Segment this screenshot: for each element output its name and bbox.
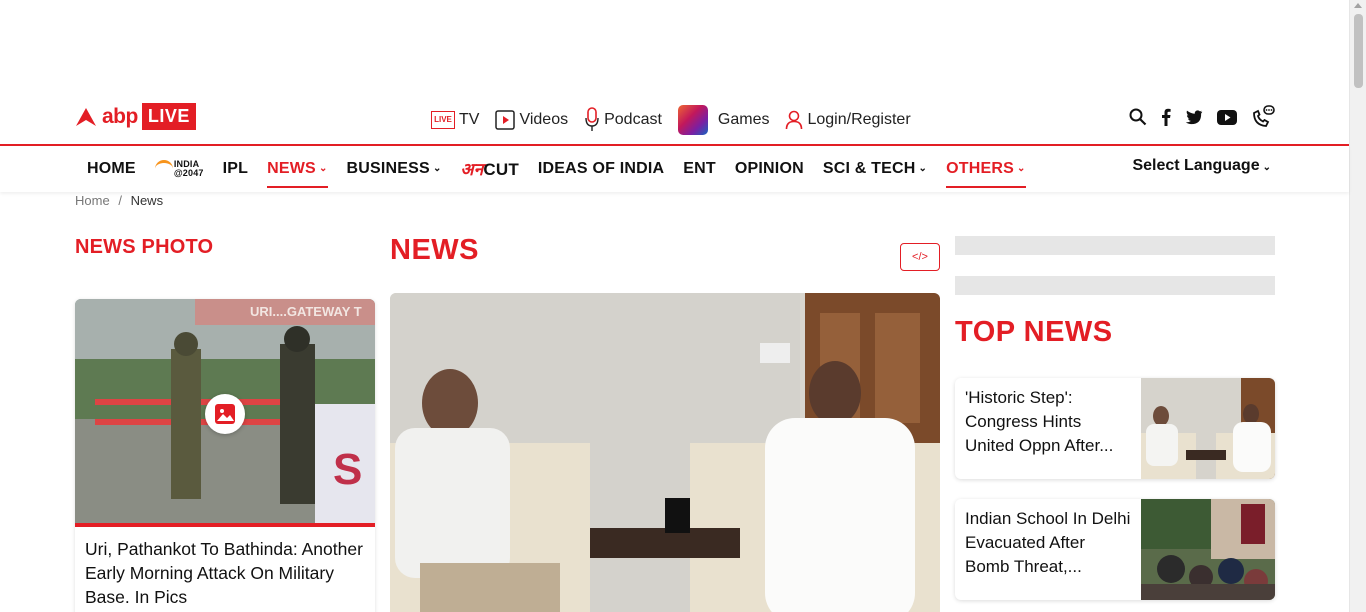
embed-code-button[interactable]: </> xyxy=(900,243,940,271)
top-bar: abp LIVE LIVE TV Videos Podcast Games Lo… xyxy=(75,100,1275,136)
nav-home-label: HOME xyxy=(87,159,136,177)
nav-others[interactable]: OTHERS ⌄ xyxy=(946,157,1027,188)
live-badge: LIVE xyxy=(141,103,196,130)
abp-logo-icon xyxy=(75,106,97,128)
nav-business[interactable]: BUSINESS ⌄ xyxy=(347,157,442,180)
nav-news[interactable]: NEWS ⌄ xyxy=(267,157,328,188)
breadcrumb-current: News xyxy=(130,193,164,208)
nav-sci-tech[interactable]: SCI & TECH ⌄ xyxy=(823,157,927,180)
utility-links: LIVE TV Videos Podcast Games Login/Regis… xyxy=(431,105,927,135)
nav-ipl-label: IPL xyxy=(222,159,249,177)
games-link[interactable]: Games xyxy=(677,105,770,135)
news-photo-card[interactable]: URI....GATEWAY T S Uri, Pathankot To Bat… xyxy=(75,299,375,612)
nav-home[interactable]: HOME xyxy=(87,157,136,180)
top-news-thumbnail[interactable] xyxy=(1141,378,1275,479)
top-news-card[interactable]: 'Historic Step': Congress Hints United O… xyxy=(955,378,1275,479)
chevron-down-icon: ⌄ xyxy=(432,163,442,174)
twitter-icon[interactable] xyxy=(1185,109,1203,125)
tv-link[interactable]: LIVE TV xyxy=(431,111,479,129)
abp-live-logo[interactable]: abp LIVE xyxy=(75,103,196,130)
podcast-label: Podcast xyxy=(604,111,662,128)
microphone-icon xyxy=(584,107,600,133)
anucut-cut-text: CUT xyxy=(483,160,519,179)
chevron-down-icon: ⌄ xyxy=(318,163,328,174)
top-news-card[interactable]: Indian School In Delhi Evacuated After B… xyxy=(955,499,1275,600)
contact-phone-icon[interactable] xyxy=(1251,105,1275,129)
nav-news-label: NEWS xyxy=(267,159,316,177)
nav-ideas-label: IDEAS OF INDIA xyxy=(537,159,665,177)
nav-ent[interactable]: ENT xyxy=(683,157,716,180)
india-swoosh-icon xyxy=(154,159,173,178)
tv-label: TV xyxy=(459,111,480,128)
top-news-thumbnail[interactable] xyxy=(1141,499,1275,600)
language-select[interactable]: Select Language ⌄ xyxy=(1132,157,1271,175)
login-label: Login/Register xyxy=(807,111,911,128)
youtube-icon[interactable] xyxy=(1217,109,1237,125)
page-scrollbar[interactable] xyxy=(1349,0,1366,612)
nav-ideas-of-india[interactable]: IDEAS OF INDIA xyxy=(538,157,664,180)
top-news-headline[interactable]: 'Historic Step': Congress Hints United O… xyxy=(955,378,1141,479)
videos-link[interactable]: Videos xyxy=(495,110,568,130)
breadcrumb-separator: / xyxy=(118,193,122,208)
photo-gallery-icon xyxy=(205,394,245,434)
nav-ent-label: ENT xyxy=(683,159,716,177)
news-heading: NEWS xyxy=(390,234,479,266)
nav-ipl[interactable]: IPL xyxy=(223,157,249,180)
svg-text:S: S xyxy=(333,445,362,494)
main-nav: HOME INDIA @2047 IPL NEWS ⌄ BUSINESS ⌄ अनC… xyxy=(0,146,1349,192)
play-icon xyxy=(495,110,516,130)
scrollbar-thumb[interactable] xyxy=(1354,14,1363,88)
gate-sign-text: URI....GATEWAY T xyxy=(250,304,362,319)
anucut-logo: अनCUT xyxy=(461,157,519,180)
skeleton-placeholder xyxy=(955,236,1275,255)
nav-opinion-label: OPINION xyxy=(734,159,804,177)
chevron-down-icon: ⌄ xyxy=(1262,162,1271,173)
chevron-down-icon: ⌄ xyxy=(1017,163,1026,174)
logo-text: abp xyxy=(102,104,138,128)
nav-opinion[interactable]: OPINION xyxy=(735,157,804,180)
skeleton-placeholder xyxy=(955,276,1275,295)
news-photo-heading: NEWS PHOTO xyxy=(75,236,214,258)
language-label: Select Language xyxy=(1132,157,1260,174)
scroll-up-icon[interactable] xyxy=(1354,3,1362,8)
user-icon xyxy=(785,110,803,130)
facebook-icon[interactable] xyxy=(1161,108,1171,126)
nav-business-label: BUSINESS xyxy=(346,159,430,177)
login-link[interactable]: Login/Register xyxy=(785,110,911,130)
breadcrumb: Home / News xyxy=(75,193,163,208)
chevron-down-icon: ⌄ xyxy=(918,163,928,174)
search-icon[interactable] xyxy=(1129,108,1147,126)
anucut-hindi-text: अन xyxy=(460,160,484,179)
india-2047-logo: INDIA @2047 xyxy=(154,159,204,178)
top-news-headline[interactable]: Indian School In Delhi Evacuated After B… xyxy=(955,499,1141,600)
hero-news-image[interactable] xyxy=(390,293,940,612)
games-icon xyxy=(677,105,708,135)
breadcrumb-home[interactable]: Home xyxy=(75,193,110,208)
nav-india2047[interactable]: INDIA @2047 xyxy=(154,157,204,180)
top-news-heading: TOP NEWS xyxy=(955,316,1113,348)
live-tv-icon: LIVE xyxy=(431,111,455,129)
videos-label: Videos xyxy=(519,111,569,128)
podcast-link[interactable]: Podcast xyxy=(584,107,662,133)
india-year-text: @2047 xyxy=(173,167,204,178)
news-photo-image[interactable]: URI....GATEWAY T S xyxy=(75,299,375,523)
nav-others-label: OTHERS xyxy=(946,159,1014,177)
nav-scitech-label: SCI & TECH xyxy=(822,159,916,177)
social-links xyxy=(1115,105,1275,129)
photo-caption[interactable]: Uri, Pathankot To Bathinda: Another Earl… xyxy=(75,527,375,612)
games-label: Games xyxy=(717,111,770,128)
nav-anucut[interactable]: अनCUT xyxy=(461,157,519,180)
